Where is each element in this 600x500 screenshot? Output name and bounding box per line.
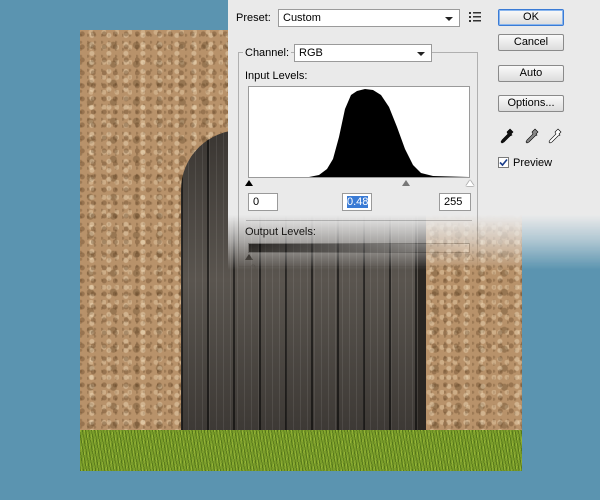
cancel-label: Cancel [513, 36, 549, 48]
histogram [248, 86, 470, 178]
chevron-down-icon [417, 52, 425, 56]
gray-eyedropper-icon[interactable] [525, 128, 539, 144]
input-black-slider[interactable] [245, 180, 253, 186]
checkmark-icon [499, 158, 508, 167]
input-gamma-slider[interactable] [402, 180, 410, 186]
channel-select[interactable]: RGB [294, 44, 432, 62]
input-gamma-field[interactable]: 0.48 [342, 193, 372, 211]
ok-label: OK [523, 11, 539, 23]
levels-dialog: Preset: Custom Channel: RGB Input Levels… [228, 0, 600, 275]
input-white-value: 255 [444, 196, 463, 208]
output-levels-label: Output Levels: [245, 226, 316, 238]
input-white-field[interactable]: 255 [439, 193, 471, 211]
auto-label: Auto [519, 67, 543, 79]
output-white-slider[interactable] [466, 254, 474, 260]
input-white-slider[interactable] [466, 180, 474, 186]
preset-options-icon[interactable] [469, 11, 481, 23]
preview-label-text: Preview [513, 157, 553, 169]
input-levels-label-text: Input Levels: [245, 70, 308, 82]
white-eyedropper-icon[interactable] [548, 128, 562, 144]
options-button[interactable]: Options... [498, 95, 564, 112]
output-gradient-bar [248, 243, 470, 253]
input-levels-label: Input Levels: [245, 70, 307, 82]
ok-button[interactable]: OK [498, 9, 564, 26]
preset-value: Custom [283, 12, 321, 24]
preview-label[interactable]: Preview [513, 157, 552, 169]
preview-checkbox[interactable] [498, 157, 509, 168]
grass-strip [80, 430, 522, 471]
histogram-graph [249, 89, 469, 177]
chevron-down-icon [445, 17, 453, 21]
options-label: Options... [507, 97, 555, 109]
input-gamma-value: 0.48 [347, 196, 369, 208]
channel-value: RGB [299, 47, 323, 59]
section-divider [246, 220, 472, 221]
input-black-field[interactable]: 0 [248, 193, 278, 211]
preset-select[interactable]: Custom [278, 9, 460, 27]
channel-label-text: Channel: [245, 47, 290, 59]
auto-button[interactable]: Auto [498, 65, 564, 82]
output-black-slider[interactable] [245, 254, 253, 260]
input-black-value: 0 [253, 196, 260, 208]
channel-label: Channel: [243, 47, 292, 59]
preset-label-text: Preset: [236, 12, 271, 24]
output-levels-label-text: Output Levels: [245, 226, 316, 238]
black-eyedropper-icon[interactable] [500, 128, 514, 144]
preset-label: Preset: [236, 12, 271, 24]
cancel-button[interactable]: Cancel [498, 34, 564, 51]
